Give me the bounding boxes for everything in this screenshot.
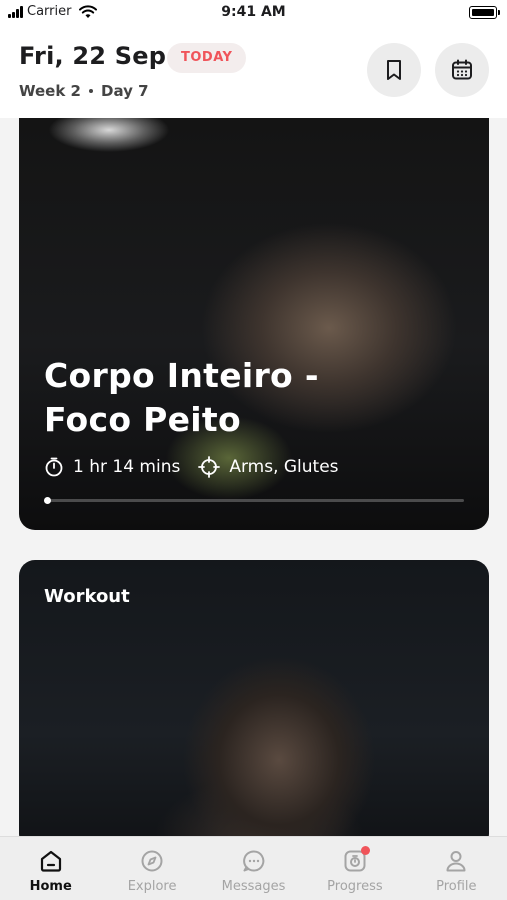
tab-home[interactable]: Home <box>0 837 101 900</box>
tab-messages-label: Messages <box>221 879 286 894</box>
progress-indicator <box>44 497 51 504</box>
status-time: 9:41 AM <box>221 4 286 20</box>
chat-icon <box>240 847 268 875</box>
tab-profile[interactable]: Profile <box>406 837 507 900</box>
tab-explore-label: Explore <box>127 879 177 894</box>
tab-progress-label: Progress <box>327 879 383 894</box>
tab-home-label: Home <box>29 879 72 894</box>
calendar-button[interactable] <box>435 43 489 97</box>
day-label: Day 7 <box>101 82 149 100</box>
bookmark-button[interactable] <box>367 43 421 97</box>
week-label: Week 2 <box>19 82 81 100</box>
workout-title: Corpo Inteiro - Foco Peito <box>44 354 319 442</box>
tab-messages[interactable]: Messages <box>203 837 304 900</box>
header: Fri, 22 Sep TODAY Week 2 Day 7 <box>0 26 507 118</box>
separator-dot <box>89 89 93 93</box>
focus-label: Arms, Glutes <box>229 457 339 477</box>
progress-bar <box>44 497 464 504</box>
workout-card[interactable]: Corpo Inteiro - Foco Peito 1 hr 14 mins … <box>19 118 489 530</box>
home-icon <box>37 847 65 875</box>
workout-card-2[interactable]: Workout <box>19 560 489 850</box>
progress-icon <box>341 846 370 875</box>
week-day-line: Week 2 Day 7 <box>19 82 149 100</box>
profile-icon <box>442 847 470 875</box>
page-title: Fri, 22 Sep <box>19 42 167 70</box>
tab-progress[interactable]: Progress <box>304 837 405 900</box>
compass-icon <box>138 847 166 875</box>
duration-item: 1 hr 14 mins <box>44 457 180 477</box>
workout-title-line-2: Foco Peito <box>44 400 241 439</box>
status-bar: Carrier 9:41 AM <box>0 0 507 26</box>
tab-bar: Home Explore Messages Progress Profile <box>0 836 507 900</box>
focus-item: Arms, Glutes <box>198 456 339 478</box>
workout-title-line-1: Corpo Inteiro - <box>44 356 319 395</box>
calendar-icon <box>452 59 472 80</box>
workout-meta: 1 hr 14 mins Arms, Glutes <box>44 456 339 478</box>
target-icon <box>198 456 221 478</box>
timer-icon <box>45 457 63 477</box>
bookmark-icon <box>387 60 401 80</box>
card-category-label: Workout <box>44 586 130 607</box>
battery-icon <box>469 6 500 19</box>
notification-dot <box>360 846 370 855</box>
tab-profile-label: Profile <box>436 879 477 894</box>
tab-explore[interactable]: Explore <box>101 837 202 900</box>
duration-label: 1 hr 14 mins <box>73 457 181 477</box>
today-badge[interactable]: TODAY <box>167 43 247 73</box>
